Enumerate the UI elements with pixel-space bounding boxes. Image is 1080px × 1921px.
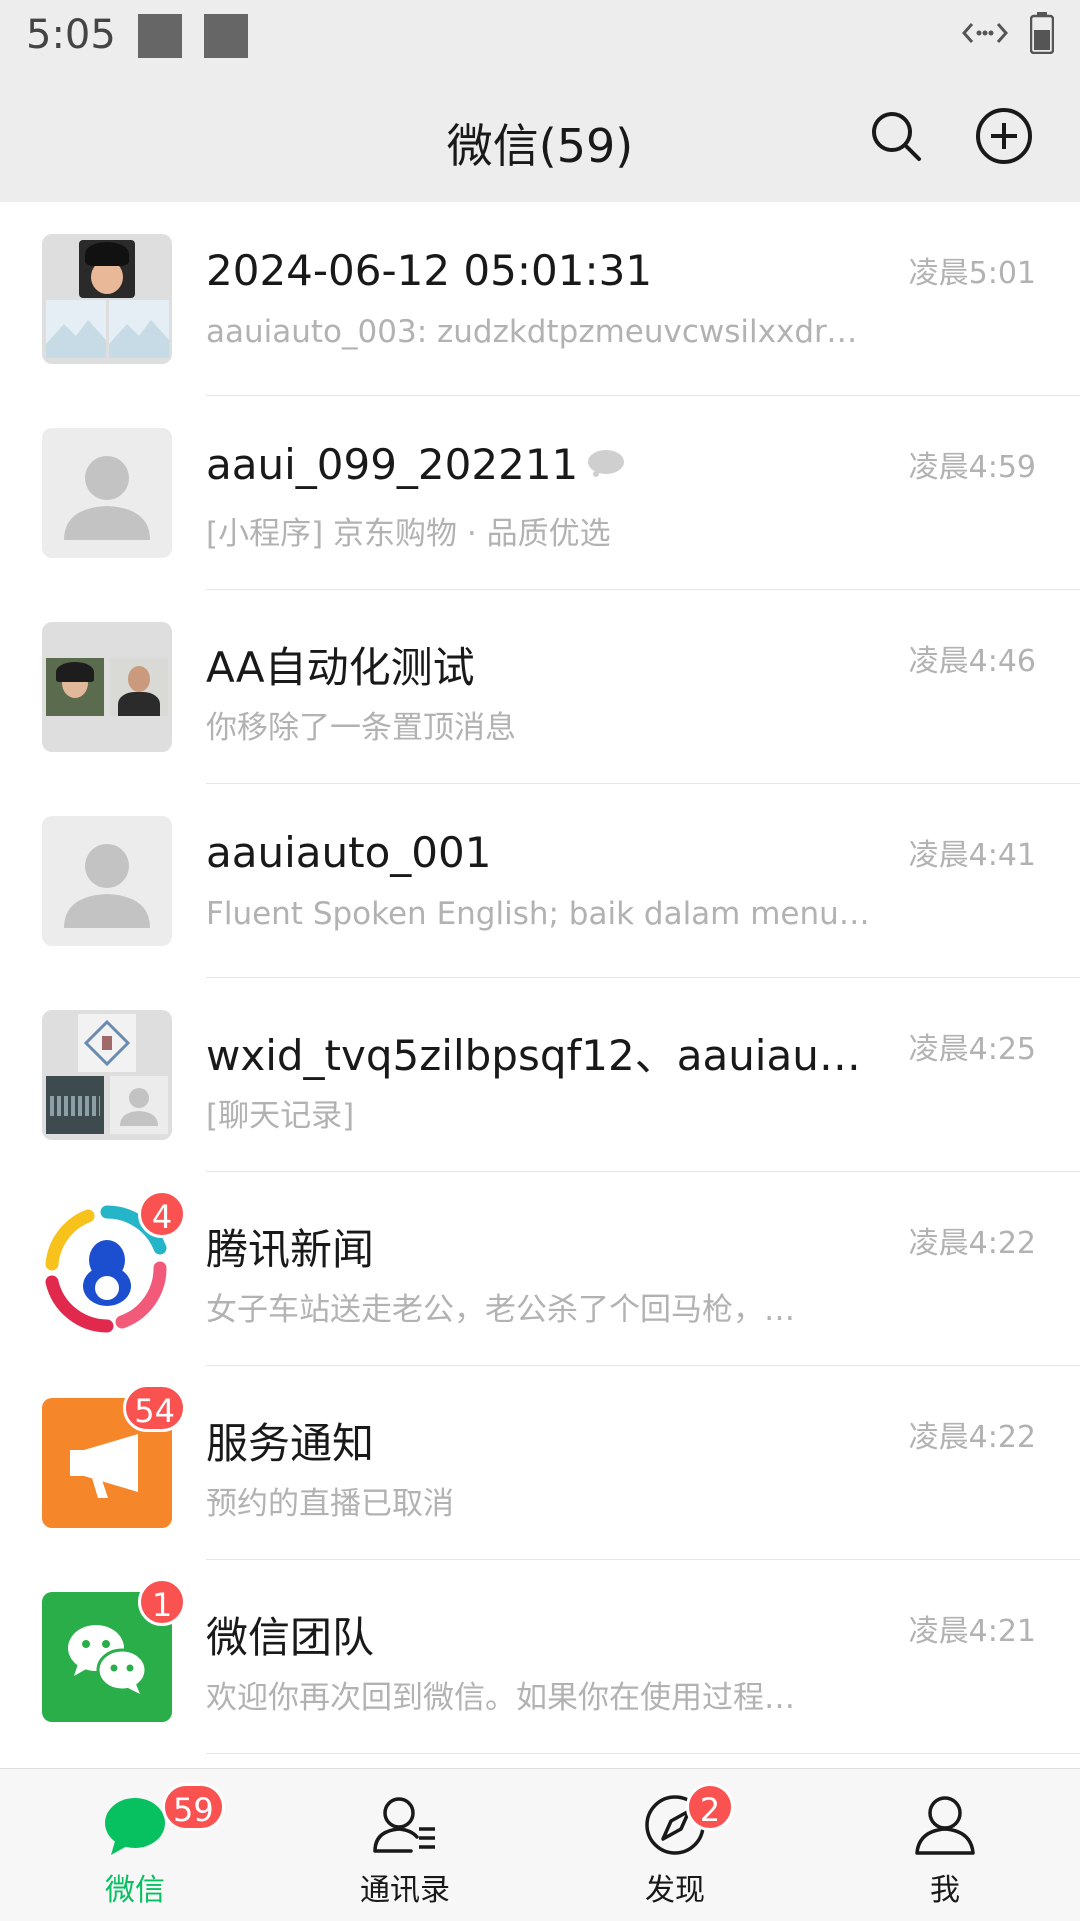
chat-row[interactable]: AA自动化测试 你移除了一条置顶消息 凌晨4:46 [0,590,1080,784]
tab-label: 通讯录 [360,1873,450,1908]
data-sync-icon [962,23,1008,43]
contacts-icon [373,1797,435,1853]
chat-list: 2024-06-12 05:01:31 aauiauto_003: zudzkd… [0,202,1080,1754]
chat-preview: [聊天记录] [206,1098,355,1134]
divider [206,1753,1080,1754]
bottom-tab-bar: 59 微信 通讯录 2 发现 我 [0,1768,1080,1921]
chat-preview: Fluent Spoken English; baik dalam menul… [206,896,876,932]
chat-time: 凌晨5:01 [908,256,1036,291]
default-avatar [42,428,172,558]
chat-title: 服务通知 [206,1419,375,1468]
tab-label: 发现 [645,1873,705,1908]
tab-label: 微信 [105,1873,165,1908]
chat-icon [105,1798,165,1855]
notification-icon [204,14,248,58]
status-time: 5:05 [26,12,116,58]
chat-preview: 预约的直播已取消 [206,1486,454,1522]
tab-label: 我 [930,1873,960,1908]
chat-row[interactable]: 2024-06-12 05:01:31 aauiauto_003: zudzkd… [0,202,1080,396]
mute-icon [588,450,624,477]
chat-preview: [小程序] 京东购物 · 品质优选 [206,516,611,552]
chat-time: 凌晨4:41 [908,838,1036,873]
tab-chats[interactable]: 59 微信 [0,1769,270,1921]
chat-preview: 女子车站送走老公，老公杀了个回马枪，… [206,1292,795,1328]
default-avatar [42,816,172,946]
tab-me[interactable]: 我 [810,1769,1080,1921]
me-icon [915,1796,975,1855]
notification-icon [138,14,182,58]
chat-time: 凌晨4:22 [908,1226,1036,1261]
unread-badge: 54 [123,1384,186,1432]
search-icon [872,112,921,161]
chat-row[interactable]: 4 腾讯新闻 女子车站送走老公，老公杀了个回马枪，… 凌晨4:22 [0,1172,1080,1366]
group-avatar [42,1010,172,1140]
tab-badge: 2 [686,1783,734,1831]
group-avatar [42,234,172,364]
chat-time: 凌晨4:21 [908,1614,1036,1649]
chat-row[interactable]: 54 服务通知 预约的直播已取消 凌晨4:22 [0,1366,1080,1560]
add-icon [976,108,1032,164]
tab-discover[interactable]: 2 发现 [540,1769,810,1921]
chat-preview: 你移除了一条置顶消息 [206,710,516,746]
chat-title: wxid_tvq5zilbpsqf12、aauiaut… [206,1031,866,1080]
unread-badge: 4 [138,1190,186,1238]
chat-row[interactable]: 1 微信团队 欢迎你再次回到微信。如果你在使用过程… 凌晨4:21 [0,1560,1080,1754]
person-icon [64,844,150,928]
unread-badge: 1 [138,1578,186,1626]
tab-badge: 59 [162,1783,225,1831]
chat-preview: aauiauto_003: zudzkdtpzmeuvcwsilxxdrhl… [206,314,876,350]
person-icon [64,456,150,540]
chat-title: aaui_099_202211 [206,440,579,489]
chat-row[interactable]: aauiauto_001 Fluent Spoken English; baik… [0,784,1080,978]
status-bar: 5:05 [0,0,1080,76]
chat-preview: 欢迎你再次回到微信。如果你在使用过程… [206,1680,795,1716]
chat-title: 微信团队 [206,1613,375,1662]
person-icon [120,1088,158,1126]
chat-title: aauiauto_001 [206,828,492,877]
add-button[interactable] [974,106,1034,166]
top-bar: 微信(59) [0,76,1080,202]
tab-contacts[interactable]: 通讯录 [270,1769,540,1921]
chat-time: 凌晨4:59 [908,450,1036,485]
chat-title: AA自动化测试 [206,643,475,692]
search-button[interactable] [866,106,926,166]
chat-time: 凌晨4:22 [908,1420,1036,1455]
chat-row[interactable]: wxid_tvq5zilbpsqf12、aauiaut… [聊天记录] 凌晨4:… [0,978,1080,1172]
chat-title: 腾讯新闻 [206,1225,375,1274]
battery-icon [1030,12,1054,54]
chat-time: 凌晨4:46 [908,644,1036,679]
group-avatar [42,622,172,752]
chat-title: 2024-06-12 05:01:31 [206,246,653,295]
chat-row[interactable]: aaui_099_202211 [小程序] 京东购物 · 品质优选 凌晨4:59 [0,396,1080,590]
chat-time: 凌晨4:25 [908,1032,1036,1067]
